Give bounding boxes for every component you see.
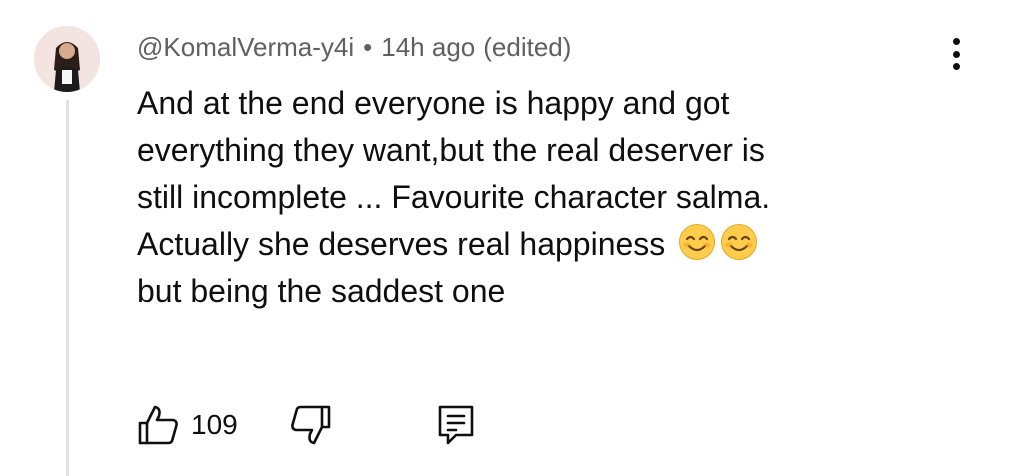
comment-reply-icon (438, 405, 474, 445)
comment-meta: @KomalVerma-y4i • 14h ago (edited) (137, 30, 571, 64)
comment-line: Actually she deserves real happiness (137, 226, 666, 262)
reply-thread-line (66, 100, 69, 476)
like-count: 109 (191, 409, 238, 440)
comment-line: everything they want,but the real deserv… (137, 132, 765, 168)
comment-line: still incomplete ... Favourite character… (137, 179, 771, 215)
meta-separator: • (363, 31, 373, 62)
author-handle[interactable]: @KomalVerma-y4i (137, 32, 354, 63)
thumbs-down-icon (290, 405, 331, 445)
avatar[interactable] (34, 26, 100, 92)
thumbs-up-icon (138, 405, 178, 445)
like-button[interactable]: 109 (137, 402, 238, 448)
smiling-face-emoji (678, 223, 716, 261)
avatar-image (34, 26, 100, 92)
comment-text: And at the end everyone is happy and got… (137, 80, 937, 315)
more-vertical-icon-dot (952, 50, 960, 58)
dislike-button[interactable] (288, 402, 332, 448)
comment-timestamp[interactable]: 14h ago (381, 32, 475, 63)
more-options-button[interactable] (938, 34, 974, 74)
comment-actions: 109 (137, 402, 476, 448)
more-vertical-icon (952, 38, 960, 45)
edited-label: (edited) (483, 31, 572, 62)
reply-button[interactable] (436, 402, 476, 448)
smiling-face-emoji (720, 223, 758, 261)
comment-line: And at the end everyone is happy and got (137, 85, 730, 121)
comment-line-with-emoji: Actually she deserves real happiness (137, 221, 937, 268)
comment-line: but being the saddest one (137, 273, 506, 309)
more-vertical-icon-dot (952, 63, 960, 70)
